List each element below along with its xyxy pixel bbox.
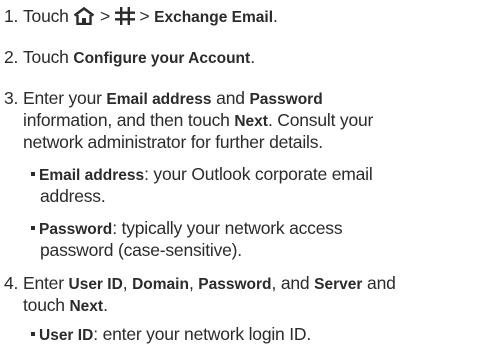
step-number: 4. bbox=[4, 273, 19, 293]
apps-grid-icon bbox=[114, 7, 135, 30]
step-number: 3. bbox=[4, 88, 19, 108]
step-2: 2. Touch Configure your Account. bbox=[4, 47, 255, 67]
sub-bullet-password: Password: typically your network access bbox=[31, 217, 343, 241]
separator: > bbox=[139, 6, 150, 26]
server-label: Server bbox=[314, 276, 363, 293]
menu-path-label: Exchange Email bbox=[154, 9, 274, 26]
email-address-label: Email address bbox=[106, 91, 212, 108]
password-label: Password bbox=[198, 276, 272, 293]
step-1: 1. Touch > > Exchange Email. bbox=[4, 5, 278, 30]
step-3-line-3: network administrator for further detail… bbox=[23, 132, 323, 152]
sub-bullet-user-id: User ID: enter your network login ID. bbox=[31, 323, 311, 347]
instruction-document: 1. Touch > > Exchange Email. 2. Touch Co… bbox=[0, 0, 481, 346]
step-4-line-2: touch Next. bbox=[23, 295, 108, 315]
separator: > bbox=[100, 6, 111, 26]
step-4: 4. Enter User ID, Domain, Password, and S… bbox=[4, 273, 396, 293]
sub-bullet-email: Email address: your Outlook corporate em… bbox=[31, 163, 373, 187]
next-label: Next bbox=[69, 298, 104, 315]
user-id-label: User ID bbox=[68, 276, 123, 293]
home-icon bbox=[73, 6, 95, 30]
domain-label: Domain bbox=[132, 276, 189, 293]
bullet-marker bbox=[31, 172, 35, 176]
step-3: 3. Enter your Email address and Password bbox=[4, 88, 323, 108]
password-label: Password bbox=[249, 91, 323, 108]
step-number: 1. bbox=[4, 6, 19, 26]
bullet-marker bbox=[31, 332, 35, 336]
bullet-marker bbox=[31, 226, 35, 230]
user-id-term: User ID bbox=[39, 327, 94, 344]
email-address-term: Email address bbox=[39, 167, 145, 184]
next-label: Next bbox=[234, 113, 268, 130]
sub-bullet-email-line-2: address. bbox=[40, 186, 106, 206]
step-number: 2. bbox=[4, 47, 19, 67]
step-text: Touch bbox=[23, 6, 69, 26]
sub-bullet-password-line-2: password (case-sensitive). bbox=[40, 240, 242, 260]
step-3-line-2: information, and then touch Next. Consul… bbox=[23, 110, 374, 130]
password-term: Password bbox=[39, 221, 113, 238]
configure-account-label: Configure your Account bbox=[73, 50, 251, 67]
